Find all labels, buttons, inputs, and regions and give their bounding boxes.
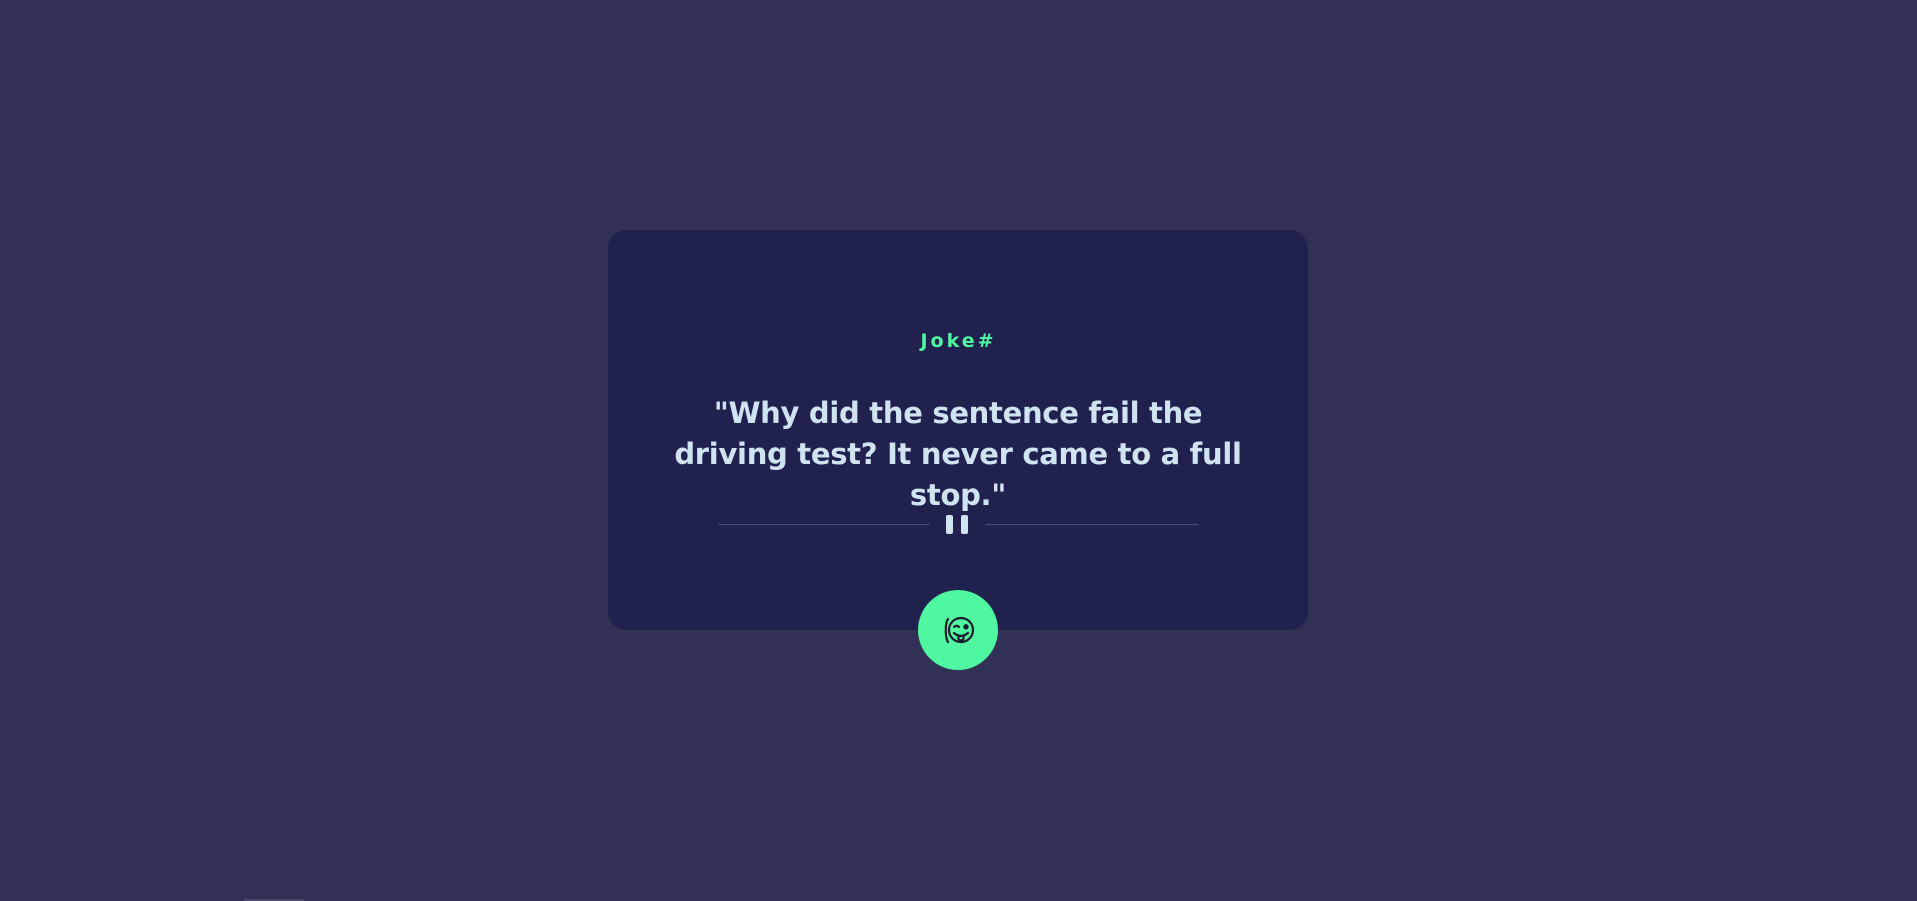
divider-left <box>718 524 930 525</box>
wink-tongue-face-icon <box>944 616 975 644</box>
pause-icon <box>945 515 971 534</box>
divider-right <box>986 524 1198 525</box>
joke-text: "Why did the sentence fail the driving t… <box>674 396 1242 512</box>
new-joke-button[interactable] <box>918 590 998 670</box>
pause-bar-left <box>946 515 953 534</box>
joke-label: Joke# <box>920 330 997 352</box>
pause-bar-right <box>961 515 968 534</box>
